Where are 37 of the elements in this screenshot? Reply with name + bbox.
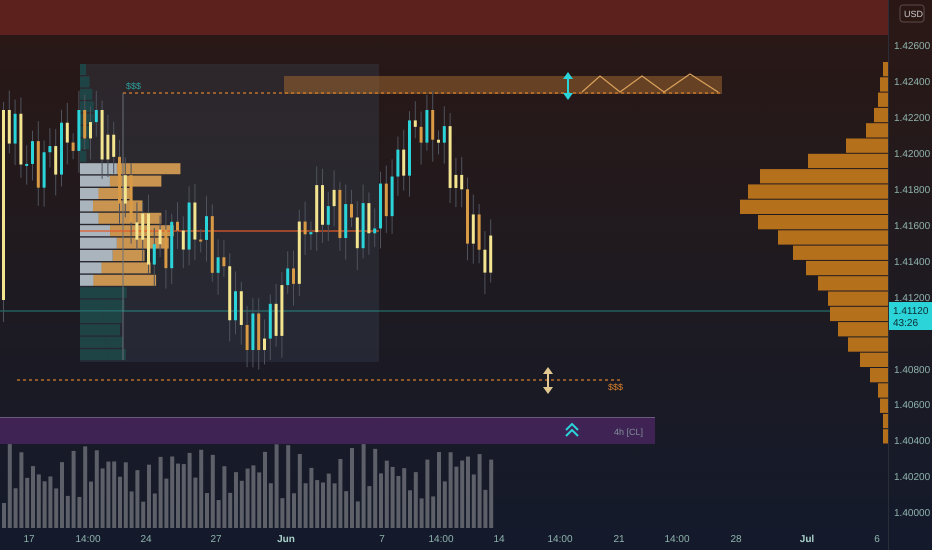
- price-axis-label: 1.40000: [894, 508, 930, 519]
- time-axis-label: Jun: [277, 534, 295, 545]
- time-axis-label: Jul: [800, 534, 814, 545]
- price-axis-label: 1.40400: [894, 436, 930, 447]
- time-axis-label: 7: [379, 534, 385, 545]
- price-axis-label: 1.41800: [894, 185, 930, 196]
- liquidity-label: $$$: [126, 81, 142, 91]
- current-price-marker: [889, 302, 932, 330]
- double-chevron-up-icon: [565, 422, 579, 437]
- price-axis-label: 1.40800: [894, 365, 930, 376]
- double-arrow-icon: [543, 367, 553, 394]
- time-axis-label: 14: [493, 534, 505, 545]
- time-axis-label: 14:00: [428, 534, 454, 545]
- time-axis-label: 24: [140, 534, 152, 545]
- price-axis-label: 1.42400: [894, 77, 930, 88]
- time-axis-label: 17: [23, 534, 35, 545]
- bar-countdown-label: 43:26: [893, 318, 918, 329]
- price-axis-label: 1.41600: [894, 221, 930, 232]
- price-axis-label: 1.40200: [894, 472, 930, 483]
- time-axis-label: 6: [874, 534, 880, 545]
- liquidity-label: $$$: [608, 382, 624, 392]
- double-arrow-icon: [563, 72, 573, 100]
- price-axis-label: 1.41200: [894, 293, 930, 304]
- time-axis-label: 14:00: [75, 534, 101, 545]
- price-axis-label: 1.41400: [894, 257, 930, 268]
- time-axis-label: 21: [613, 534, 625, 545]
- price-axis-label: 1.40600: [894, 400, 930, 411]
- currency-button[interactable]: USD: [900, 4, 924, 22]
- price-axis-label: 1.42000: [894, 149, 930, 160]
- time-axis-label: 28: [730, 534, 742, 545]
- price-axis-label: 1.42600: [894, 41, 930, 52]
- time-axis-label: 14:00: [547, 534, 573, 545]
- time-axis-label: 14:00: [664, 534, 690, 545]
- zone-label: 4h [CL]: [614, 427, 644, 437]
- price-axis-label: 1.42200: [894, 113, 930, 124]
- current-price-label: 1.41120: [893, 306, 928, 317]
- time-axis-label: 27: [210, 534, 222, 545]
